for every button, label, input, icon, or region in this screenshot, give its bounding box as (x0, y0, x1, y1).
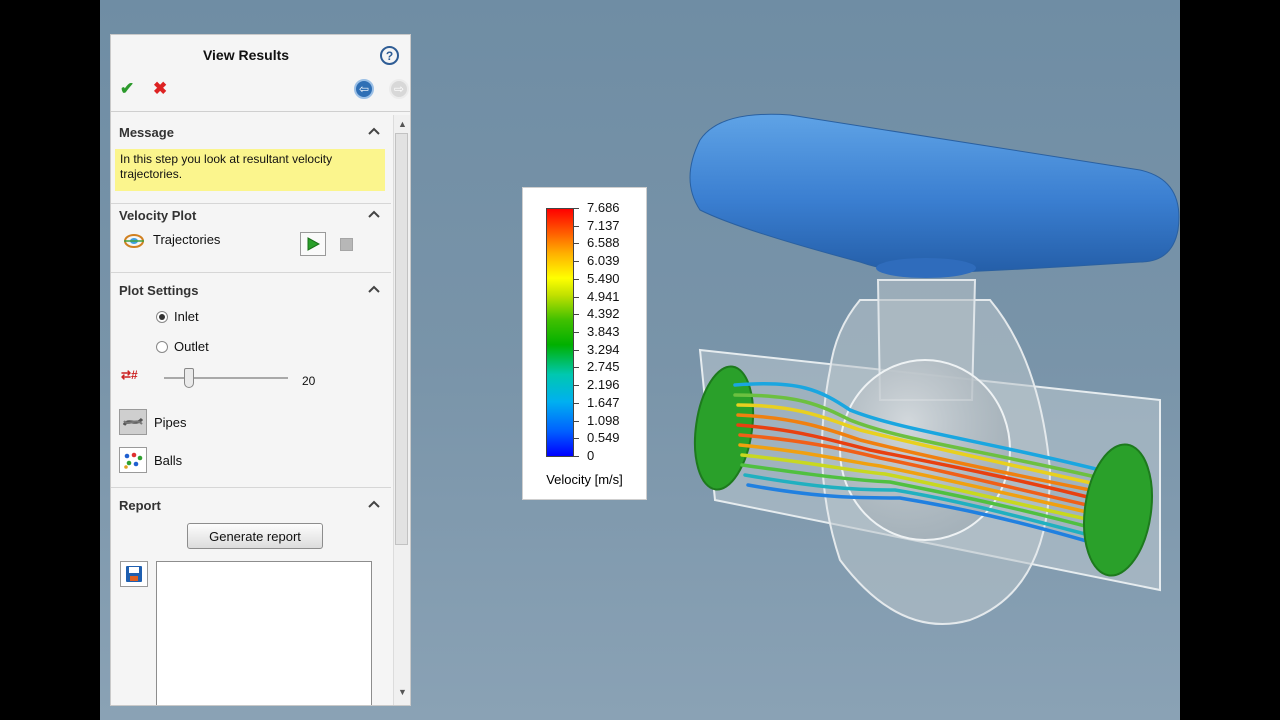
chevron-up-icon[interactable] (368, 284, 380, 296)
pipes-label: Pipes (154, 415, 187, 430)
legend-tick-mark (574, 314, 579, 316)
legend-tick-mark (574, 296, 579, 298)
legend-tick-label: 5.490 (587, 270, 620, 286)
play-icon (307, 237, 320, 251)
panel-scroll-area: Message In this step you look at resulta… (111, 115, 391, 705)
legend-tick-label: 3.843 (587, 324, 620, 339)
valve-handle (689, 113, 1180, 274)
legend-tick-label: 3.294 (587, 341, 620, 357)
outlet-radio[interactable] (156, 341, 168, 353)
help-icon[interactable]: ? (380, 46, 399, 65)
save-report-button[interactable] (120, 561, 148, 587)
inlet-label: Inlet (174, 309, 199, 324)
legend-tick-label: 7.686 (587, 200, 620, 215)
check-icon[interactable]: ✔ (120, 79, 134, 99)
legend-tick-label: 0.549 (587, 430, 620, 446)
legend-tick-label: 2.196 (587, 377, 620, 393)
help-glyph: ? (385, 48, 394, 63)
legend-tick-mark (574, 385, 579, 387)
legend-tick-mark (574, 420, 579, 422)
view-results-panel: View Results ? ✔ ✖ ⇦ ⇨ Message In this s… (110, 34, 411, 706)
legend-tick-label: 6.039 (587, 253, 620, 269)
legend-tick-label: 1.647 (587, 394, 620, 410)
handle-base (876, 258, 976, 278)
message-header: Message (119, 125, 174, 140)
legend-tick-mark (574, 456, 579, 457)
legend-tick-label: 4.941 (587, 288, 620, 304)
velocity-legend: 7.686 7.137 6.588 6.039 5.490 4.941 4.392 3.843… (522, 187, 647, 500)
panel-scrollbar[interactable]: ▲ ▼ (393, 115, 410, 705)
trajectories-label: Trajectories (153, 232, 221, 247)
scroll-down-icon[interactable]: ▼ (398, 687, 407, 697)
scroll-up-icon[interactable]: ▲ (398, 119, 407, 129)
legend-tick-mark (574, 278, 579, 280)
balls-icon (124, 452, 143, 469)
panel-title: View Results (202, 47, 290, 63)
legend-title: Velocity [m/s] (546, 472, 623, 487)
legend-tick-mark (574, 402, 579, 404)
scrollbar-thumb[interactable] (395, 133, 408, 545)
legend-tick-label: 2.745 (587, 359, 620, 375)
stop-button[interactable] (340, 238, 353, 251)
slider-thumb[interactable] (183, 368, 194, 388)
chevron-up-icon[interactable] (368, 126, 380, 138)
play-button[interactable] (300, 232, 326, 256)
legend-tick-mark (574, 367, 579, 369)
report-output-area[interactable] (156, 561, 372, 705)
forward-arrow-icon[interactable]: ⇨ (389, 79, 409, 99)
legend-tick-mark (574, 438, 579, 440)
back-arrow-icon[interactable]: ⇦ (354, 79, 374, 99)
panel-divider (111, 111, 410, 112)
trajectory-count-slider[interactable] (164, 377, 288, 379)
outlet-label: Outlet (174, 339, 209, 354)
legend-tick-label: 1.098 (587, 412, 620, 428)
balls-label: Balls (154, 453, 183, 468)
slider-value: 20 (302, 374, 316, 388)
section-divider (111, 487, 391, 488)
chevron-up-icon[interactable] (368, 499, 380, 511)
legend-tick-label: 6.588 (587, 235, 620, 251)
generate-report-button[interactable]: Generate report (187, 523, 323, 549)
plot-settings-header: Plot Settings (119, 283, 199, 298)
save-icon (126, 566, 142, 582)
legend-tick-mark (574, 243, 579, 245)
legend-tick-label: 0 (587, 448, 595, 463)
pipes-button[interactable] (119, 409, 147, 435)
pipes-icon (123, 417, 143, 426)
legend-color-bar (546, 208, 574, 457)
legend-tick-mark (574, 332, 579, 333)
legend-tick-mark (574, 208, 579, 209)
report-header: Report (119, 498, 161, 513)
velocity-plot-header: Velocity Plot (119, 208, 197, 223)
legend-tick-mark (574, 261, 579, 263)
legend-tick-label: 7.137 (587, 217, 620, 233)
legend-tick-mark (574, 225, 579, 227)
trajectories-icon (123, 233, 145, 249)
trajectory-count-icon: ⇄# (121, 368, 138, 382)
inlet-radio[interactable] (156, 311, 168, 323)
close-icon[interactable]: ✖ (153, 79, 167, 99)
section-divider (111, 203, 391, 204)
chevron-up-icon[interactable] (368, 209, 380, 221)
message-text: In this step you look at resultant veloc… (115, 149, 385, 191)
legend-tick-label: 4.392 (587, 306, 620, 322)
section-divider (111, 272, 391, 273)
legend-tick-mark (574, 349, 579, 351)
balls-button[interactable] (119, 447, 147, 473)
